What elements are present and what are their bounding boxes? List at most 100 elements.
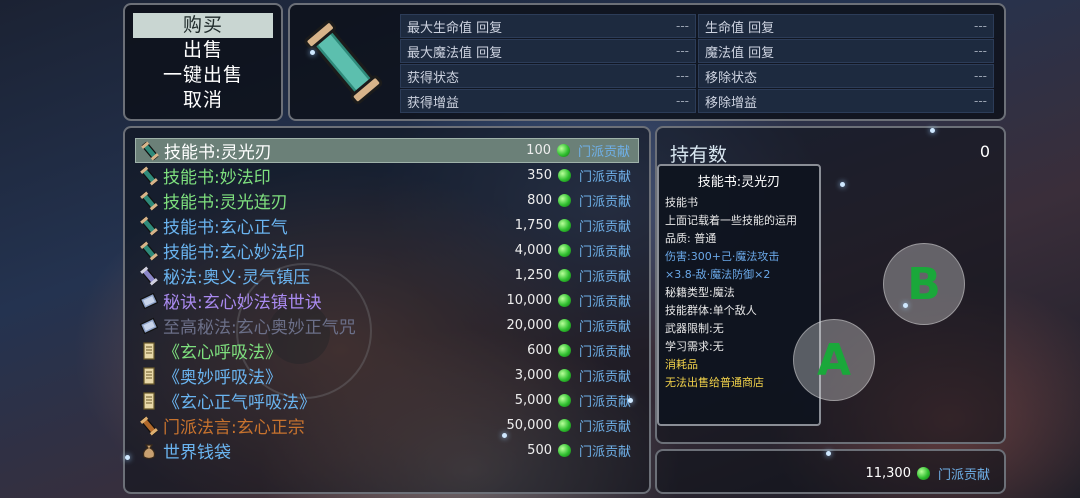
sparkle-icon	[125, 455, 130, 460]
shop-item-currency: 门派贡献	[579, 320, 632, 335]
gem-icon	[557, 144, 570, 157]
gem-icon	[558, 219, 571, 232]
shop-item-row[interactable]: 世界钱袋 500 门派贡献	[135, 438, 639, 463]
tooltip-damage-line1: 伤害:300+己·魔法攻击	[665, 250, 780, 263]
manual-icon	[139, 366, 159, 386]
item-effect-panel: 最大生命值 回复 --- 生命值 回复 --- 最大魔法值 回复 --- 魔法值 回复…	[288, 3, 1006, 121]
shop-item-row[interactable]: 至高秘法:玄心奥妙正气咒 20,000 门派贡献	[135, 313, 639, 338]
shop-item-currency: 门派贡献	[579, 195, 632, 210]
gem-icon	[558, 419, 571, 432]
tooltip-damage-line2: ×3.8-敌·魔法防御×2	[665, 268, 771, 281]
shop-item-row[interactable]: 秘法:奥义·灵气镇压 1,250 门派贡献	[135, 263, 639, 288]
secret-scroll-icon	[139, 266, 159, 286]
shop-item-name: 《玄心呼吸法》	[163, 343, 282, 363]
buy-menu-item[interactable]: 购买	[133, 13, 273, 38]
shop-command-menu: 购买 出售 一键出售 取消	[123, 3, 283, 121]
sect-scroll-icon	[139, 416, 159, 436]
secret-book-icon	[139, 291, 159, 311]
skill-book-icon	[140, 141, 160, 161]
tooltip-title: 技能书:灵光刃	[697, 175, 781, 190]
scroll-item-icon	[304, 20, 383, 105]
shop-item-row[interactable]: 技能书:玄心妙法印 4,000 门派贡献	[135, 238, 639, 263]
virtual-b-button[interactable]: B	[883, 243, 965, 325]
shop-item-price: 20,000	[506, 318, 553, 333]
tooltip-secret-type: 秘籍类型:魔法	[665, 286, 735, 299]
sell-all-menu-item[interactable]: 一键出售	[133, 63, 273, 88]
tooltip-category: 技能书	[665, 196, 698, 209]
shop-item-row[interactable]: 秘诀:玄心妙法镇世诀 10,000 门派贡献	[135, 288, 639, 313]
wallet-currency: 门派贡献	[937, 468, 990, 483]
gem-icon	[558, 319, 571, 332]
manual-icon	[139, 341, 159, 361]
shop-item-row[interactable]: 《玄心正气呼吸法》 5,000 门派贡献	[135, 388, 639, 413]
shop-item-price: 1,750	[514, 218, 552, 233]
skill-book-icon	[139, 191, 159, 211]
shop-item-price: 3,000	[514, 368, 552, 383]
shop-item-price: 50,000	[506, 418, 553, 433]
shop-item-price: 500	[527, 443, 552, 458]
a-button-label: A	[816, 334, 852, 386]
shop-item-currency: 门派贡献	[579, 370, 632, 385]
shop-item-price: 800	[527, 193, 552, 208]
secret-book-icon	[139, 316, 159, 336]
item-tooltip: 技能书:灵光刃 技能书 上面记载着一些技能的运用 品质: 普通 伤害:300+己…	[657, 164, 821, 426]
virtual-a-button[interactable]: A	[793, 319, 875, 401]
tooltip-consumable: 消耗品	[665, 358, 698, 371]
shop-item-name: 《奥妙呼吸法》	[163, 368, 282, 388]
gem-icon	[558, 269, 571, 282]
b-button-label: B	[907, 258, 941, 310]
wallet-amount: 11,300	[865, 466, 911, 481]
gem-icon	[558, 194, 571, 207]
stat-gain-buff: 获得增益 ---	[400, 89, 696, 113]
money-bag-icon	[139, 441, 159, 461]
skill-book-icon	[139, 241, 159, 261]
stat-max-mp-recover: 最大魔法值 回复 ---	[400, 39, 696, 63]
cancel-menu-item[interactable]: 取消	[133, 88, 273, 113]
shop-item-row[interactable]: 门派法言:玄心正宗 50,000 门派贡献	[135, 413, 639, 438]
shop-item-name: 秘诀:玄心妙法镇世诀	[163, 293, 322, 313]
shop-item-name: 技能书:灵光连刃	[163, 193, 288, 213]
stat-gain-state: 获得状态 ---	[400, 64, 696, 88]
tooltip-learn-req: 学习需求:无	[665, 340, 724, 353]
shop-item-name: 技能书:玄心正气	[163, 218, 288, 238]
shop-item-row[interactable]: 《奥妙呼吸法》 3,000 门派贡献	[135, 363, 639, 388]
gem-icon	[558, 244, 571, 257]
gem-icon	[916, 467, 930, 480]
gem-icon	[558, 394, 571, 407]
shop-item-price: 100	[526, 143, 551, 158]
gem-icon	[558, 444, 571, 457]
sparkle-icon	[628, 398, 633, 403]
shop-item-price: 5,000	[514, 393, 552, 408]
skill-book-icon	[139, 216, 159, 236]
wallet-panel: 11,300 门派贡献	[655, 449, 1006, 494]
sparkle-icon	[310, 50, 315, 55]
shop-item-price: 10,000	[506, 293, 553, 308]
stat-mp-recover: 魔法值 回复 ---	[698, 39, 994, 63]
sparkle-icon	[903, 303, 908, 308]
shop-item-row[interactable]: 技能书:妙法印 350 门派贡献	[135, 163, 639, 188]
shop-item-row[interactable]: 技能书:灵光连刃 800 门派贡献	[135, 188, 639, 213]
shop-item-currency: 门派贡献	[578, 145, 631, 160]
shop-item-currency: 门派贡献	[579, 270, 632, 285]
gem-icon	[558, 344, 571, 357]
shop-item-price: 1,250	[514, 268, 552, 283]
sparkle-icon	[840, 182, 845, 187]
shop-item-price: 4,000	[514, 243, 552, 258]
shop-item-name: 技能书:玄心妙法印	[163, 243, 305, 263]
tooltip-description: 上面记载着一些技能的运用	[665, 214, 797, 227]
shop-item-currency: 门派贡献	[579, 295, 632, 310]
shop-item-row[interactable]: 技能书:玄心正气 1,750 门派贡献	[135, 213, 639, 238]
gem-icon	[558, 169, 571, 182]
shop-item-name: 门派法言:玄心正宗	[163, 418, 305, 438]
shop-item-price: 350	[527, 168, 552, 183]
shop-item-currency: 门派贡献	[579, 245, 632, 260]
sell-menu-item[interactable]: 出售	[133, 38, 273, 63]
owned-count-value: 0	[979, 142, 990, 161]
shop-item-name: 技能书:妙法印	[163, 168, 271, 188]
shop-item-row[interactable]: 技能书:灵光刃 100 门派贡献	[135, 138, 639, 163]
shop-item-list: 技能书:灵光刃 100 门派贡献 技能书:妙法印 350 门派贡献 技能书:灵光连刃 800 门…	[123, 126, 651, 494]
stat-hp-recover: 生命值 回复 ---	[698, 14, 994, 38]
shop-item-name: 世界钱袋	[163, 443, 231, 463]
shop-item-row[interactable]: 《玄心呼吸法》 600 门派贡献	[135, 338, 639, 363]
tooltip-target-group: 技能群体:单个敌人	[665, 304, 757, 317]
